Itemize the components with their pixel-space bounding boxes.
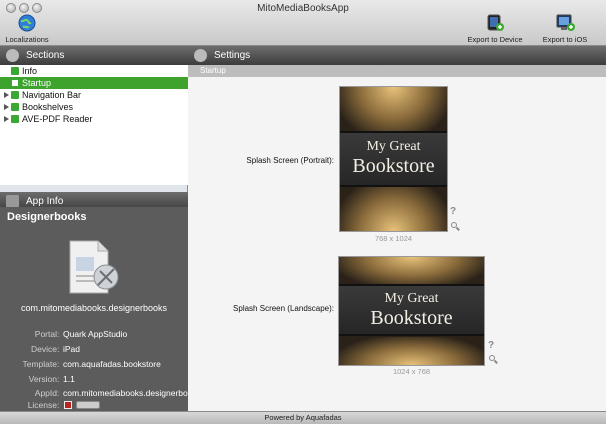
section-item-startup[interactable]: Startup — [0, 77, 188, 89]
gear-icon — [6, 49, 19, 62]
portrait-splash-label: Splash Screen (Portrait): — [246, 156, 334, 165]
splash-title-line1: My Great — [384, 291, 439, 306]
localizations-button[interactable]: Localizations — [4, 14, 50, 44]
section-item-label: Bookshelves — [22, 102, 74, 112]
license-button[interactable] — [76, 401, 100, 409]
splash-title-line2: Bookstore — [352, 155, 435, 177]
section-item-bookshelves[interactable]: Bookshelves — [0, 101, 188, 113]
landscape-help-icon[interactable]: ? — [488, 340, 494, 351]
window-title: MitoMediaBooksApp — [257, 3, 349, 14]
section-item-label: Info — [22, 66, 38, 76]
settings-subheader: Startup — [188, 65, 606, 77]
info-field-portal: Portal: Quark AppStudio — [0, 329, 188, 343]
info-section-icon — [11, 67, 19, 75]
section-item-label: AVE-PDF Reader — [22, 114, 93, 124]
settings-header: Settings — [188, 46, 606, 65]
sections-tree: Info Startup Navigation Bar Bookshelves … — [0, 65, 188, 185]
portrait-help-icon[interactable]: ? — [450, 206, 456, 217]
section-item-info[interactable]: Info — [0, 65, 188, 77]
landscape-zoom-icon[interactable] — [489, 355, 495, 361]
sections-title: Sections — [26, 50, 65, 61]
field-value: 1.1 — [63, 374, 75, 384]
bundle-id: com.mitomediabooks.designerbooks — [20, 303, 168, 313]
field-key: License — [27, 400, 57, 410]
section-item-navigation-bar[interactable]: Navigation Bar — [0, 89, 188, 101]
title-bar: MitoMediaBooksApp Localizations Export t… — [0, 0, 606, 53]
field-key: Version — [28, 374, 57, 384]
expand-arrow-icon[interactable] — [4, 104, 9, 110]
navigation-section-icon — [11, 91, 19, 99]
splash-title-band: My Great Bookstore — [339, 284, 484, 336]
field-value: iPad — [63, 344, 81, 354]
expand-arrow-icon[interactable] — [4, 92, 9, 98]
footer-bar: Powered by Aquafadas — [0, 411, 606, 424]
footer-text: Powered by Aquafadas — [264, 413, 342, 422]
info-field-device: Device: iPad — [0, 344, 188, 358]
splash-title-line1: My Great — [366, 139, 421, 154]
field-key: Portal — [34, 329, 57, 339]
section-item-ave-pdf-reader[interactable]: AVE-PDF Reader — [0, 113, 188, 125]
bookshelves-section-icon — [11, 103, 19, 111]
field-value: com.mitomediabooks.designerbooks — [63, 388, 188, 398]
landscape-splash-label: Splash Screen (Landscape): — [233, 304, 334, 313]
sections-header: Sections — [0, 46, 188, 65]
info-field-template: Template: com.aquafadas.bookstore — [0, 359, 188, 373]
settings-gear-icon — [194, 49, 207, 62]
reader-section-icon — [11, 115, 19, 123]
landscape-dimensions: 1024 x 768 — [392, 367, 431, 376]
export-to-device-button[interactable]: Export to Device — [466, 14, 524, 44]
field-value: Quark AppStudio — [63, 329, 128, 339]
portrait-splash-image[interactable]: My Great Bookstore — [339, 86, 448, 232]
section-item-label: Startup — [22, 78, 52, 88]
field-key: Template — [22, 359, 58, 369]
splash-title-band: My Great Bookstore — [340, 131, 447, 187]
export-simulator-icon — [555, 14, 575, 32]
field-key: AppId — [34, 388, 57, 398]
license-status-icon — [64, 401, 72, 409]
settings-panel: Settings Startup Splash Screen (Portrait… — [188, 46, 606, 411]
startup-section-icon — [11, 79, 19, 87]
localizations-label: Localizations — [5, 35, 49, 44]
app-window: MitoMediaBooksApp Localizations Export t… — [0, 0, 606, 424]
portrait-zoom-icon[interactable] — [451, 222, 457, 228]
splash-title-line2: Bookstore — [370, 307, 453, 329]
export-device-label: Export to Device — [467, 35, 523, 44]
field-value: com.aquafadas.bookstore — [63, 359, 161, 369]
portrait-dimensions: 768 x 1024 — [374, 234, 413, 243]
globe-icon — [17, 14, 37, 32]
section-item-label: Navigation Bar — [22, 90, 82, 100]
export-device-icon — [485, 14, 505, 32]
app-name: Designerbooks — [7, 211, 87, 223]
info-field-version: Version: 1.1 — [0, 374, 188, 388]
app-info-panel: Designerbooks com.mitomediabooks.designe… — [0, 207, 188, 411]
field-key: Device — [31, 344, 57, 354]
app-document-icon — [62, 237, 124, 297]
expand-arrow-icon[interactable] — [4, 116, 9, 122]
landscape-splash-image[interactable]: My Great Bookstore — [338, 256, 485, 366]
settings-title: Settings — [214, 50, 251, 61]
app-info-title: App Info — [26, 196, 64, 207]
